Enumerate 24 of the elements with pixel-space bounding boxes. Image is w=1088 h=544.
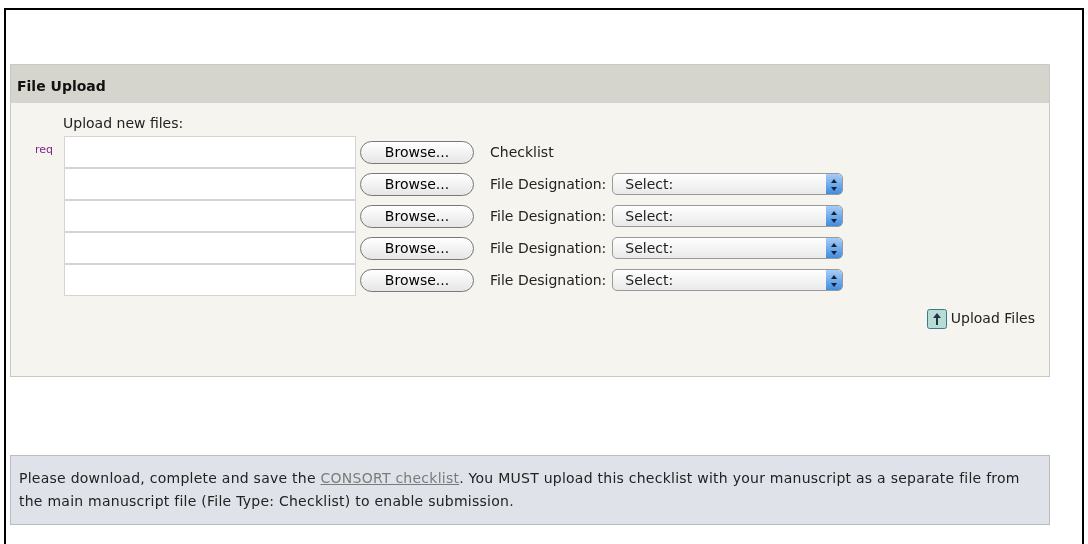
browse-button[interactable]: Browse... xyxy=(360,172,474,196)
designation-select[interactable]: Select: xyxy=(612,205,844,227)
browse-button[interactable]: Browse... xyxy=(360,236,474,260)
file-designation-label: File Designation: xyxy=(490,270,607,290)
browse-button[interactable]: Browse... xyxy=(360,140,474,164)
upload-instruction: Upload new files: xyxy=(63,114,185,133)
designation-select[interactable]: Select: xyxy=(612,173,844,195)
file-path-field[interactable] xyxy=(64,168,356,200)
file-path-field[interactable] xyxy=(64,264,356,296)
file-designation-label: Checklist xyxy=(490,142,554,162)
designation-select[interactable]: Select: xyxy=(612,237,844,259)
upload-files-link[interactable]: Upload Files xyxy=(950,308,1035,329)
required-mark: req xyxy=(35,143,54,156)
file-designation-label: File Designation: xyxy=(490,206,607,226)
designation-select[interactable]: Select: xyxy=(612,269,844,291)
file-path-field[interactable] xyxy=(64,200,356,232)
file-path-field[interactable] xyxy=(64,136,356,168)
file-designation-label: File Designation: xyxy=(490,174,607,194)
notice-text: Please download, complete and save the CONSORT checklist. You MUST upload this checklist with your manuscript as a separate file from the main manuscript file (File Type: Checklist) to enable submission. xyxy=(10,455,1050,525)
file-designation-label: File Designation: xyxy=(490,238,607,258)
panel-title: File Upload xyxy=(11,65,1049,103)
file-path-field[interactable] xyxy=(64,232,356,264)
browse-button[interactable]: Browse... xyxy=(360,268,474,292)
browse-button[interactable]: Browse... xyxy=(360,204,474,228)
